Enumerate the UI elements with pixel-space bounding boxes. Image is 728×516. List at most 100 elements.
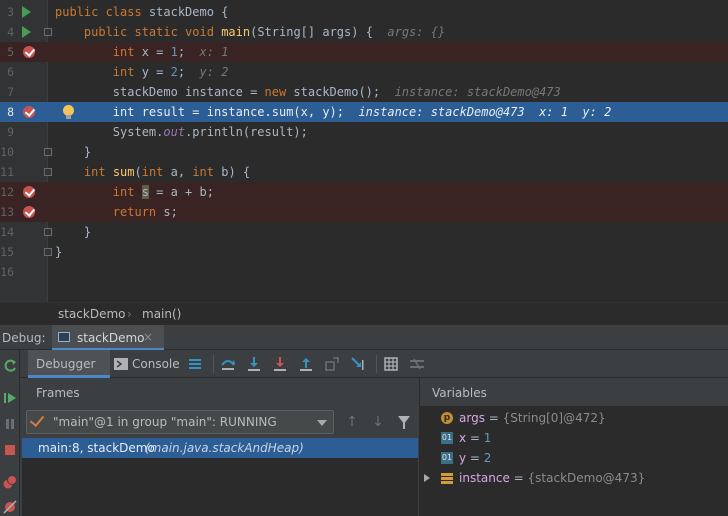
variable-row[interactable]: instance = {stackDemo@473} [420,468,728,488]
resume-icon[interactable] [2,390,18,406]
code-line[interactable]: 15 } [0,242,728,262]
code-line[interactable]: 11 int sum(int a, int b) { [0,162,728,182]
code-line[interactable]: 9 System.out.println(result); [0,122,728,142]
arrow-down-icon[interactable]: ↓ [372,415,384,429]
variable-row[interactable]: p args = {String[0]@472} [420,408,728,428]
filter-icon[interactable] [398,416,410,429]
tab-label: Debugger [36,357,96,371]
variable-value: {String[0]@472} [502,411,606,425]
inline-debug-hint: x: 1 [199,45,229,59]
run-gutter-icon[interactable] [22,26,31,38]
fold-marker-icon[interactable] [44,248,52,256]
show-execution-point-icon[interactable] [187,356,203,372]
code-token: int [192,165,222,179]
debugger-toolbar: Debugger Console [20,350,728,378]
stop-icon[interactable] [2,442,18,458]
code-line[interactable]: 3 public class stackDemo { [0,2,728,22]
breakpoint-icon[interactable] [23,106,35,118]
variable-equals: = [466,431,484,445]
frame-row-selected[interactable]: main:8, stackDemo (main.java.stackAndHea… [22,438,418,458]
code-line[interactable]: 10 } [0,142,728,162]
code-line[interactable]: 14 } [0,222,728,242]
run-gutter-icon[interactable] [22,6,31,18]
code-token: y = [141,65,171,79]
code-token: 2 [170,65,178,79]
code-token: } [83,145,92,159]
expand-arrow-icon[interactable] [424,474,430,482]
breadcrumb-item[interactable]: main() [142,307,181,321]
breakpoint-icon[interactable] [23,206,35,218]
variable-row[interactable]: 01 x = 1 [420,428,728,448]
view-breakpoints-icon[interactable] [2,474,18,490]
object-variable-icon [441,472,453,484]
line-number: 7 [7,85,14,99]
fold-marker-icon[interactable] [44,28,52,36]
code-token: = a + b; [148,185,214,199]
code-line-breakpoint[interactable]: 12 int s = a + b; [0,182,728,202]
code-token: 1 [170,45,178,59]
code-token: new [264,85,294,99]
force-step-into-icon[interactable] [272,356,288,372]
frames-panel: Frames "main"@1 in group "main": RUNNING… [20,378,420,516]
breakpoint-icon[interactable] [23,186,35,198]
tab-debugger[interactable]: Debugger [28,350,110,378]
variable-name: args [459,411,485,425]
variable-value: 2 [483,451,492,465]
pause-icon[interactable] [2,416,18,432]
step-over-icon[interactable] [220,356,236,372]
chevron-down-icon [317,420,327,426]
thread-selector-value: "main"@1 in group "main": RUNNING [53,415,277,429]
code-line[interactable]: 16 [0,262,728,282]
mute-breakpoints-icon[interactable] [2,498,18,514]
code-line[interactable]: 7 stackDemo instance = new stackDemo(); … [0,82,728,102]
variable-row[interactable]: 01 y = 2 [420,448,728,468]
code-token: } [83,225,92,239]
code-token: int [112,105,142,119]
tab-console[interactable]: Console [110,350,182,378]
code-token: out [163,125,186,139]
line-number: 5 [7,45,14,59]
code-token: ; [177,65,186,79]
inline-debug-hint: instance: stackDemo@473 x: 1 y: 2 [358,105,612,119]
inline-debug-hint: y: 2 [199,65,229,79]
primitive-variable-icon: 01 [441,432,453,444]
code-editor[interactable]: 3 public class stackDemo { 4 public stat… [0,0,728,302]
parameter-icon: p [441,412,453,424]
rerun-icon[interactable] [2,358,18,374]
thread-selector[interactable]: "main"@1 in group "main": RUNNING [26,410,334,434]
code-token: int [112,185,142,199]
code-token: return [112,205,164,219]
variable-equals: = [509,471,528,485]
arrow-up-icon[interactable]: ↑ [346,415,358,429]
variable-name: instance [459,471,510,485]
fold-marker-icon[interactable] [44,228,52,236]
line-number: 8 [7,105,14,119]
code-token: stackDemo instance = [112,85,265,99]
drop-frame-icon[interactable] [324,356,340,372]
code-line[interactable]: 6 int y = 2; y: 2 [0,62,728,82]
line-number: 12 [0,185,14,199]
close-icon[interactable]: × [143,330,153,344]
trace-current-stream-icon[interactable] [409,356,425,372]
line-number: 14 [0,225,14,239]
frames-list-empty-area [22,458,418,516]
fold-marker-icon[interactable] [44,148,52,156]
session-tab-label: stackDemo [77,331,145,345]
breadcrumb-item[interactable]: stackDemo [58,307,126,321]
code-line-breakpoint[interactable]: 13 return s; [0,202,728,222]
code-line-execution-point[interactable]: 8 int result = instance.sum(x, y); insta… [0,102,728,122]
run-to-cursor-icon[interactable] [350,356,366,372]
code-line[interactable]: 4 public static void main(String[] args)… [0,22,728,42]
step-out-icon[interactable] [298,356,314,372]
fold-marker-icon[interactable] [44,168,52,176]
breakpoint-icon[interactable] [23,46,35,58]
primitive-variable-icon: 01 [441,452,453,464]
code-token: stackDemo(); [293,85,381,99]
code-token: stackDemo { [148,5,229,19]
variables-header: Variables [432,386,487,400]
code-line-breakpoint[interactable]: 5 int x = 1; x: 1 [0,42,728,62]
evaluate-expression-icon[interactable] [383,356,399,372]
code-token: main [221,25,251,39]
step-into-icon[interactable] [246,356,262,372]
frame-package: (main.java.stackAndHeap) [145,441,304,455]
